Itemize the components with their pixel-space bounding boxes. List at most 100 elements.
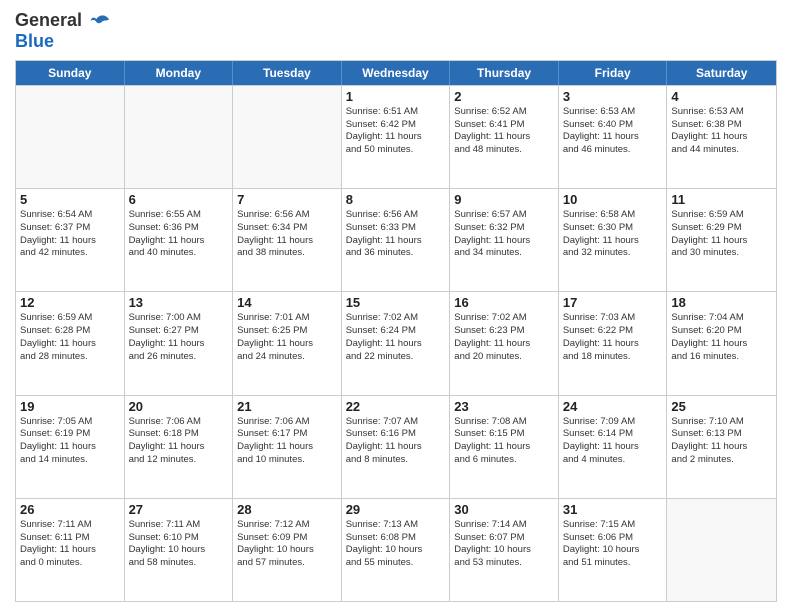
day-number: 22 bbox=[346, 399, 446, 414]
calendar-cell: 17 Sunrise: 7:03 AM Sunset: 6:22 PM Dayli… bbox=[559, 292, 668, 394]
day-number: 1 bbox=[346, 89, 446, 104]
calendar-cell: 2 Sunrise: 6:52 AM Sunset: 6:41 PM Daylig… bbox=[450, 86, 559, 188]
calendar-cell: 10Sunrise: 6:58 AM Sunset: 6:30 PM Dayli… bbox=[559, 189, 668, 291]
day-info: Sunrise: 7:14 AM Sunset: 6:07 PM Dayligh… bbox=[454, 519, 554, 570]
day-info: Sunrise: 6:54 AM Sunset: 6:37 PM Dayligh… bbox=[20, 209, 120, 260]
calendar-cell: 13Sunrise: 7:00 AM Sunset: 6:27 PM Dayli… bbox=[125, 292, 234, 394]
day-info: Sunrise: 7:13 AM Sunset: 6:08 PM Dayligh… bbox=[346, 519, 446, 570]
calendar-row-5: 26 Sunrise: 7:11 AM Sunset: 6:11 PM Dayli… bbox=[16, 498, 776, 601]
logo-blue: Blue bbox=[15, 31, 54, 51]
day-number: 21 bbox=[237, 399, 337, 414]
day-number: 27 bbox=[129, 502, 229, 517]
day-number: 4 bbox=[671, 89, 772, 104]
calendar-cell: 21 Sunrise: 7:06 AM Sunset: 6:17 PM Dayli… bbox=[233, 396, 342, 498]
day-number: 15 bbox=[346, 295, 446, 310]
day-number: 3 bbox=[563, 89, 663, 104]
day-info: Sunrise: 6:59 AM Sunset: 6:29 PM Dayligh… bbox=[671, 209, 772, 260]
day-info: Sunrise: 6:55 AM Sunset: 6:36 PM Dayligh… bbox=[129, 209, 229, 260]
calendar-cell: 27Sunrise: 7:11 AM Sunset: 6:10 PM Dayli… bbox=[125, 499, 234, 601]
day-number: 11 bbox=[671, 192, 772, 207]
logo: General Blue bbox=[15, 10, 111, 52]
calendar: SundayMondayTuesdayWednesdayThursdayFrid… bbox=[15, 60, 777, 602]
calendar-body: 1 Sunrise: 6:51 AM Sunset: 6:42 PM Daylig… bbox=[16, 85, 776, 601]
day-number: 20 bbox=[129, 399, 229, 414]
calendar-header: SundayMondayTuesdayWednesdayThursdayFrid… bbox=[16, 61, 776, 85]
day-number: 31 bbox=[563, 502, 663, 517]
calendar-cell: 29 Sunrise: 7:13 AM Sunset: 6:08 PM Dayli… bbox=[342, 499, 451, 601]
day-number: 24 bbox=[563, 399, 663, 414]
day-info: Sunrise: 7:06 AM Sunset: 6:17 PM Dayligh… bbox=[237, 416, 337, 467]
calendar-cell bbox=[233, 86, 342, 188]
day-info: Sunrise: 6:52 AM Sunset: 6:41 PM Dayligh… bbox=[454, 106, 554, 157]
calendar-cell: 12 Sunrise: 6:59 AM Sunset: 6:28 PM Dayli… bbox=[16, 292, 125, 394]
calendar-cell: 9Sunrise: 6:57 AM Sunset: 6:32 PM Daylig… bbox=[450, 189, 559, 291]
day-number: 2 bbox=[454, 89, 554, 104]
day-number: 13 bbox=[129, 295, 229, 310]
day-info: Sunrise: 7:11 AM Sunset: 6:11 PM Dayligh… bbox=[20, 519, 120, 570]
day-info: Sunrise: 7:09 AM Sunset: 6:14 PM Dayligh… bbox=[563, 416, 663, 467]
calendar-cell: 16 Sunrise: 7:02 AM Sunset: 6:23 PM Dayli… bbox=[450, 292, 559, 394]
calendar-row-2: 5 Sunrise: 6:54 AM Sunset: 6:37 PM Daylig… bbox=[16, 188, 776, 291]
calendar-row-4: 19Sunrise: 7:05 AM Sunset: 6:19 PM Dayli… bbox=[16, 395, 776, 498]
day-number: 5 bbox=[20, 192, 120, 207]
calendar-cell: 23 Sunrise: 7:08 AM Sunset: 6:15 PM Dayli… bbox=[450, 396, 559, 498]
day-info: Sunrise: 7:10 AM Sunset: 6:13 PM Dayligh… bbox=[671, 416, 772, 467]
day-number: 8 bbox=[346, 192, 446, 207]
day-number: 25 bbox=[671, 399, 772, 414]
calendar-cell: 25 Sunrise: 7:10 AM Sunset: 6:13 PM Dayli… bbox=[667, 396, 776, 498]
logo-general: General bbox=[15, 10, 82, 30]
calendar-cell: 1 Sunrise: 6:51 AM Sunset: 6:42 PM Daylig… bbox=[342, 86, 451, 188]
calendar-cell: 20 Sunrise: 7:06 AM Sunset: 6:18 PM Dayli… bbox=[125, 396, 234, 498]
day-info: Sunrise: 7:04 AM Sunset: 6:20 PM Dayligh… bbox=[671, 312, 772, 363]
header-day-saturday: Saturday bbox=[667, 61, 776, 85]
header-day-tuesday: Tuesday bbox=[233, 61, 342, 85]
day-info: Sunrise: 6:56 AM Sunset: 6:33 PM Dayligh… bbox=[346, 209, 446, 260]
header-day-monday: Monday bbox=[125, 61, 234, 85]
logo-bird-icon bbox=[89, 10, 111, 32]
calendar-cell: 28Sunrise: 7:12 AM Sunset: 6:09 PM Dayli… bbox=[233, 499, 342, 601]
page: General Blue SundayMondayTuesdayWednesda… bbox=[0, 0, 792, 612]
day-number: 29 bbox=[346, 502, 446, 517]
day-info: Sunrise: 7:07 AM Sunset: 6:16 PM Dayligh… bbox=[346, 416, 446, 467]
calendar-cell: 30 Sunrise: 7:14 AM Sunset: 6:07 PM Dayli… bbox=[450, 499, 559, 601]
day-info: Sunrise: 7:02 AM Sunset: 6:24 PM Dayligh… bbox=[346, 312, 446, 363]
calendar-cell: 15 Sunrise: 7:02 AM Sunset: 6:24 PM Dayli… bbox=[342, 292, 451, 394]
day-info: Sunrise: 7:03 AM Sunset: 6:22 PM Dayligh… bbox=[563, 312, 663, 363]
calendar-cell: 14Sunrise: 7:01 AM Sunset: 6:25 PM Dayli… bbox=[233, 292, 342, 394]
day-number: 16 bbox=[454, 295, 554, 310]
day-info: Sunrise: 7:05 AM Sunset: 6:19 PM Dayligh… bbox=[20, 416, 120, 467]
calendar-cell: 19Sunrise: 7:05 AM Sunset: 6:19 PM Dayli… bbox=[16, 396, 125, 498]
day-info: Sunrise: 6:59 AM Sunset: 6:28 PM Dayligh… bbox=[20, 312, 120, 363]
day-number: 9 bbox=[454, 192, 554, 207]
calendar-cell bbox=[16, 86, 125, 188]
day-info: Sunrise: 6:51 AM Sunset: 6:42 PM Dayligh… bbox=[346, 106, 446, 157]
day-number: 26 bbox=[20, 502, 120, 517]
calendar-cell: 26 Sunrise: 7:11 AM Sunset: 6:11 PM Dayli… bbox=[16, 499, 125, 601]
calendar-cell: 18 Sunrise: 7:04 AM Sunset: 6:20 PM Dayli… bbox=[667, 292, 776, 394]
day-number: 17 bbox=[563, 295, 663, 310]
calendar-cell: 22 Sunrise: 7:07 AM Sunset: 6:16 PM Dayli… bbox=[342, 396, 451, 498]
day-info: Sunrise: 7:02 AM Sunset: 6:23 PM Dayligh… bbox=[454, 312, 554, 363]
day-info: Sunrise: 7:12 AM Sunset: 6:09 PM Dayligh… bbox=[237, 519, 337, 570]
day-number: 30 bbox=[454, 502, 554, 517]
day-number: 6 bbox=[129, 192, 229, 207]
header-day-friday: Friday bbox=[559, 61, 668, 85]
day-number: 18 bbox=[671, 295, 772, 310]
header: General Blue bbox=[15, 10, 777, 52]
day-number: 23 bbox=[454, 399, 554, 414]
header-day-wednesday: Wednesday bbox=[342, 61, 451, 85]
calendar-cell bbox=[125, 86, 234, 188]
calendar-cell: 4Sunrise: 6:53 AM Sunset: 6:38 PM Daylig… bbox=[667, 86, 776, 188]
day-info: Sunrise: 7:06 AM Sunset: 6:18 PM Dayligh… bbox=[129, 416, 229, 467]
day-number: 7 bbox=[237, 192, 337, 207]
calendar-cell: 3 Sunrise: 6:53 AM Sunset: 6:40 PM Daylig… bbox=[559, 86, 668, 188]
calendar-cell: 7 Sunrise: 6:56 AM Sunset: 6:34 PM Daylig… bbox=[233, 189, 342, 291]
day-number: 10 bbox=[563, 192, 663, 207]
day-number: 12 bbox=[20, 295, 120, 310]
calendar-cell bbox=[667, 499, 776, 601]
day-info: Sunrise: 7:08 AM Sunset: 6:15 PM Dayligh… bbox=[454, 416, 554, 467]
calendar-row-1: 1 Sunrise: 6:51 AM Sunset: 6:42 PM Daylig… bbox=[16, 85, 776, 188]
header-day-thursday: Thursday bbox=[450, 61, 559, 85]
day-info: Sunrise: 6:56 AM Sunset: 6:34 PM Dayligh… bbox=[237, 209, 337, 260]
day-info: Sunrise: 6:53 AM Sunset: 6:40 PM Dayligh… bbox=[563, 106, 663, 157]
